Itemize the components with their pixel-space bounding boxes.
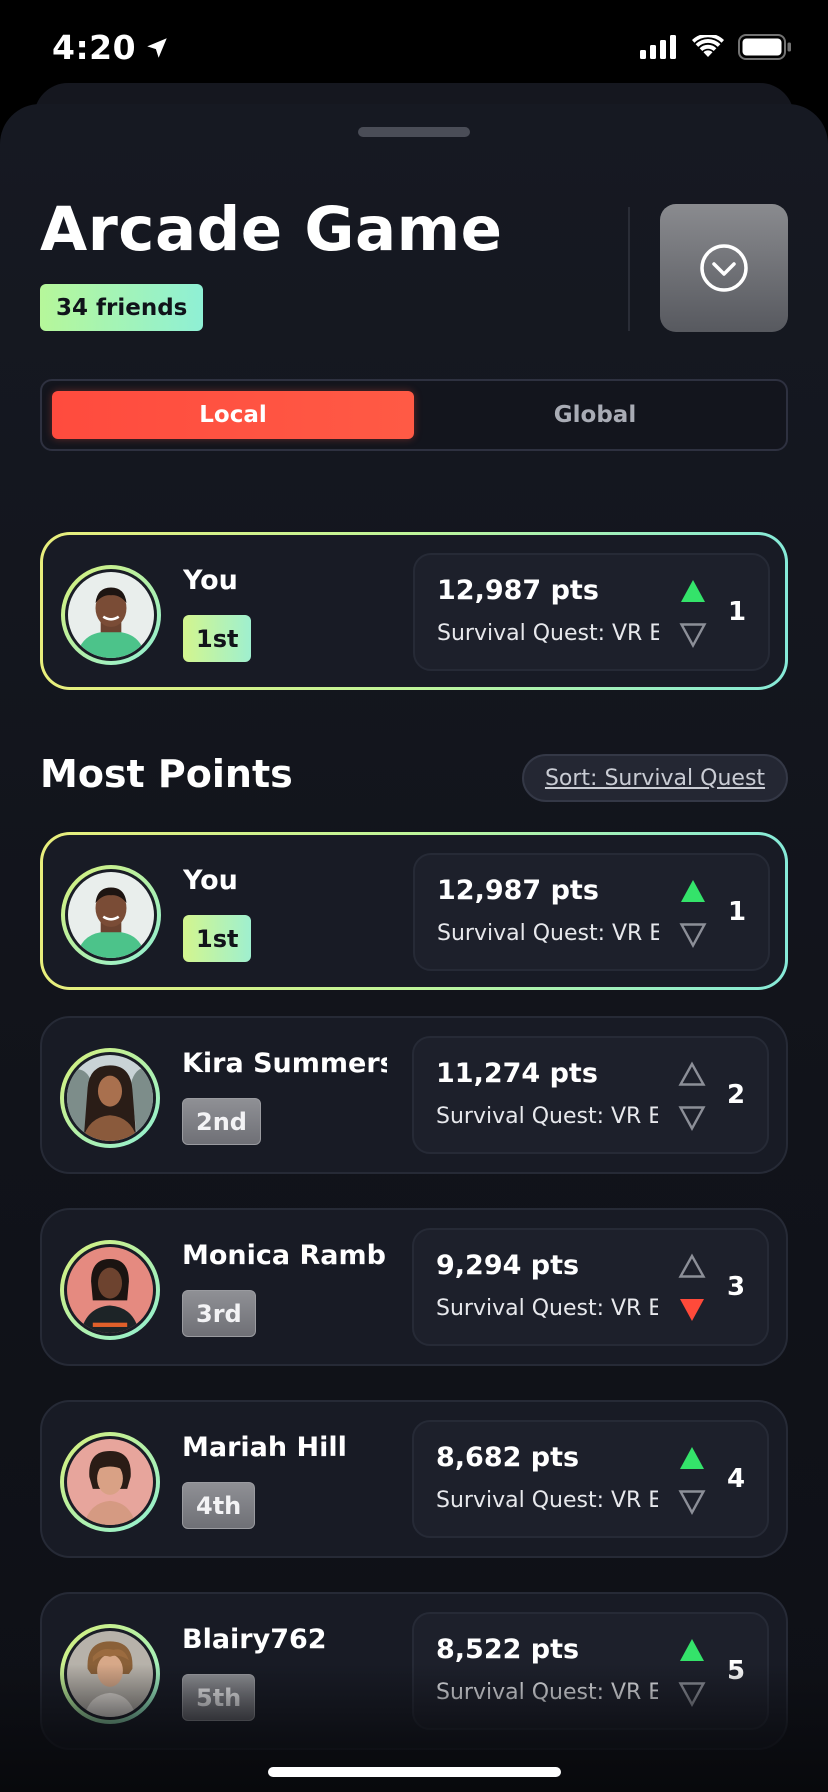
triangle-down-icon	[678, 1106, 706, 1131]
score-box: 12,987 pts Survival Quest: VR Edition 1	[413, 553, 770, 671]
home-indicator[interactable]	[268, 1767, 561, 1777]
tab-local[interactable]: Local	[52, 391, 414, 439]
status-bar: 4:20	[0, 0, 828, 96]
triangle-down-icon	[680, 1299, 704, 1321]
avatar	[68, 572, 154, 658]
avatar	[68, 872, 154, 958]
rank-badge: 3rd	[182, 1290, 256, 1337]
section-title: Most Points	[40, 752, 293, 796]
avatar	[67, 1439, 153, 1525]
points-value: 12,987 pts	[437, 875, 599, 906]
leaderboard-row[interactable]: Mariah Hill 4th 8,682 pts Survival Quest…	[40, 1400, 788, 1558]
player-name: You	[183, 865, 238, 896]
friends-count-badge: 34 friends	[40, 284, 204, 331]
score-box: 12,987 pts Survival Quest: VR Edition 1	[413, 853, 770, 971]
avatar	[67, 1631, 153, 1717]
leaderboard-row[interactable]: Monica Rambeau 3rd 9,294 pts Survival Qu…	[40, 1208, 788, 1366]
player-name: Blairy762	[182, 1624, 327, 1655]
points-value: 12,987 pts	[437, 575, 599, 606]
avatar-ring	[60, 1048, 160, 1148]
rank-badge: 1st	[183, 615, 252, 662]
game-name: Survival Quest: VR Edition	[437, 921, 659, 946]
player-name: You	[183, 565, 238, 596]
status-time: 4:20	[52, 28, 170, 67]
location-arrow-icon	[147, 37, 167, 58]
score-box: 11,274 pts Survival Quest: VR Edition 2	[412, 1036, 769, 1154]
leaderboard-row[interactable]: You 1st 12,987 pts Survival Quest: VR Ed…	[40, 832, 788, 990]
avatar	[67, 1247, 153, 1333]
points-value: 8,522 pts	[436, 1634, 580, 1665]
leaderboard-row[interactable]: Kira Summers 2nd 11,274 pts Survival Que…	[40, 1016, 788, 1174]
triangle-up-icon	[680, 1447, 704, 1469]
score-box: 8,522 pts Survival Quest: VR Edition 5	[412, 1612, 769, 1730]
avatar-ring	[61, 865, 161, 965]
score-box: 8,682 pts Survival Quest: VR Edition 4	[412, 1420, 769, 1538]
sort-button[interactable]: Sort: Survival Quest	[522, 754, 788, 802]
leaderboard-sheet: Arcade Game 34 friends Local Global You …	[0, 104, 828, 1792]
rank-badge: 5th	[182, 1674, 256, 1721]
triangle-up-icon	[678, 1253, 706, 1278]
triangle-up-icon	[681, 880, 705, 902]
position-number: 1	[728, 897, 747, 927]
player-name: Monica Rambeau	[182, 1240, 387, 1271]
page-title: Arcade Game	[40, 194, 503, 265]
header-divider	[628, 207, 630, 331]
avatar-ring	[61, 565, 161, 665]
game-name: Survival Quest: VR Edition	[436, 1680, 658, 1705]
points-value: 8,682 pts	[436, 1442, 580, 1473]
points-value: 11,274 pts	[436, 1058, 598, 1089]
tab-global[interactable]: Global	[414, 391, 776, 439]
avatar	[67, 1055, 153, 1141]
position-number: 4	[727, 1464, 746, 1494]
status-time-text: 4:20	[52, 28, 137, 67]
battery-icon	[738, 34, 791, 60]
current-player-card[interactable]: You 1st 12,987 pts Survival Quest: VR Ed…	[40, 532, 788, 690]
game-name: Survival Quest: VR Edition	[437, 621, 659, 646]
player-name: Mariah Hill	[182, 1432, 347, 1463]
game-name: Survival Quest: VR Edition	[436, 1488, 658, 1513]
status-icons	[640, 34, 792, 60]
cellular-signal-icon	[640, 35, 676, 59]
scope-segmented-control: Local Global	[40, 379, 788, 451]
points-value: 9,294 pts	[436, 1250, 580, 1281]
triangle-down-icon	[679, 923, 707, 948]
game-name: Survival Quest: VR Edition	[436, 1104, 658, 1129]
position-number: 2	[727, 1080, 746, 1110]
rank-badge: 1st	[183, 915, 252, 962]
rank-badge: 4th	[182, 1482, 256, 1529]
rank-badge: 2nd	[182, 1098, 261, 1145]
triangle-down-icon	[679, 623, 707, 648]
triangle-up-icon	[680, 1639, 704, 1661]
game-dropdown-button[interactable]	[660, 204, 788, 332]
game-name: Survival Quest: VR Edition	[436, 1296, 658, 1321]
position-number: 1	[728, 597, 747, 627]
sheet-grabber[interactable]	[358, 127, 470, 137]
position-number: 5	[727, 1656, 746, 1686]
triangle-down-icon	[678, 1682, 706, 1707]
triangle-down-icon	[678, 1490, 706, 1515]
player-name: Kira Summers	[182, 1048, 387, 1079]
score-box: 9,294 pts Survival Quest: VR Edition 3	[412, 1228, 769, 1346]
avatar-ring	[60, 1624, 160, 1724]
chevron-down-circle-icon	[700, 244, 748, 292]
avatar-ring	[60, 1432, 160, 1532]
avatar-ring	[60, 1240, 160, 1340]
leaderboard-row[interactable]: Blairy762 5th 8,522 pts Survival Quest: …	[40, 1592, 788, 1750]
position-number: 3	[727, 1272, 746, 1302]
triangle-up-icon	[678, 1061, 706, 1086]
triangle-up-icon	[681, 580, 705, 602]
wifi-icon	[692, 35, 724, 57]
